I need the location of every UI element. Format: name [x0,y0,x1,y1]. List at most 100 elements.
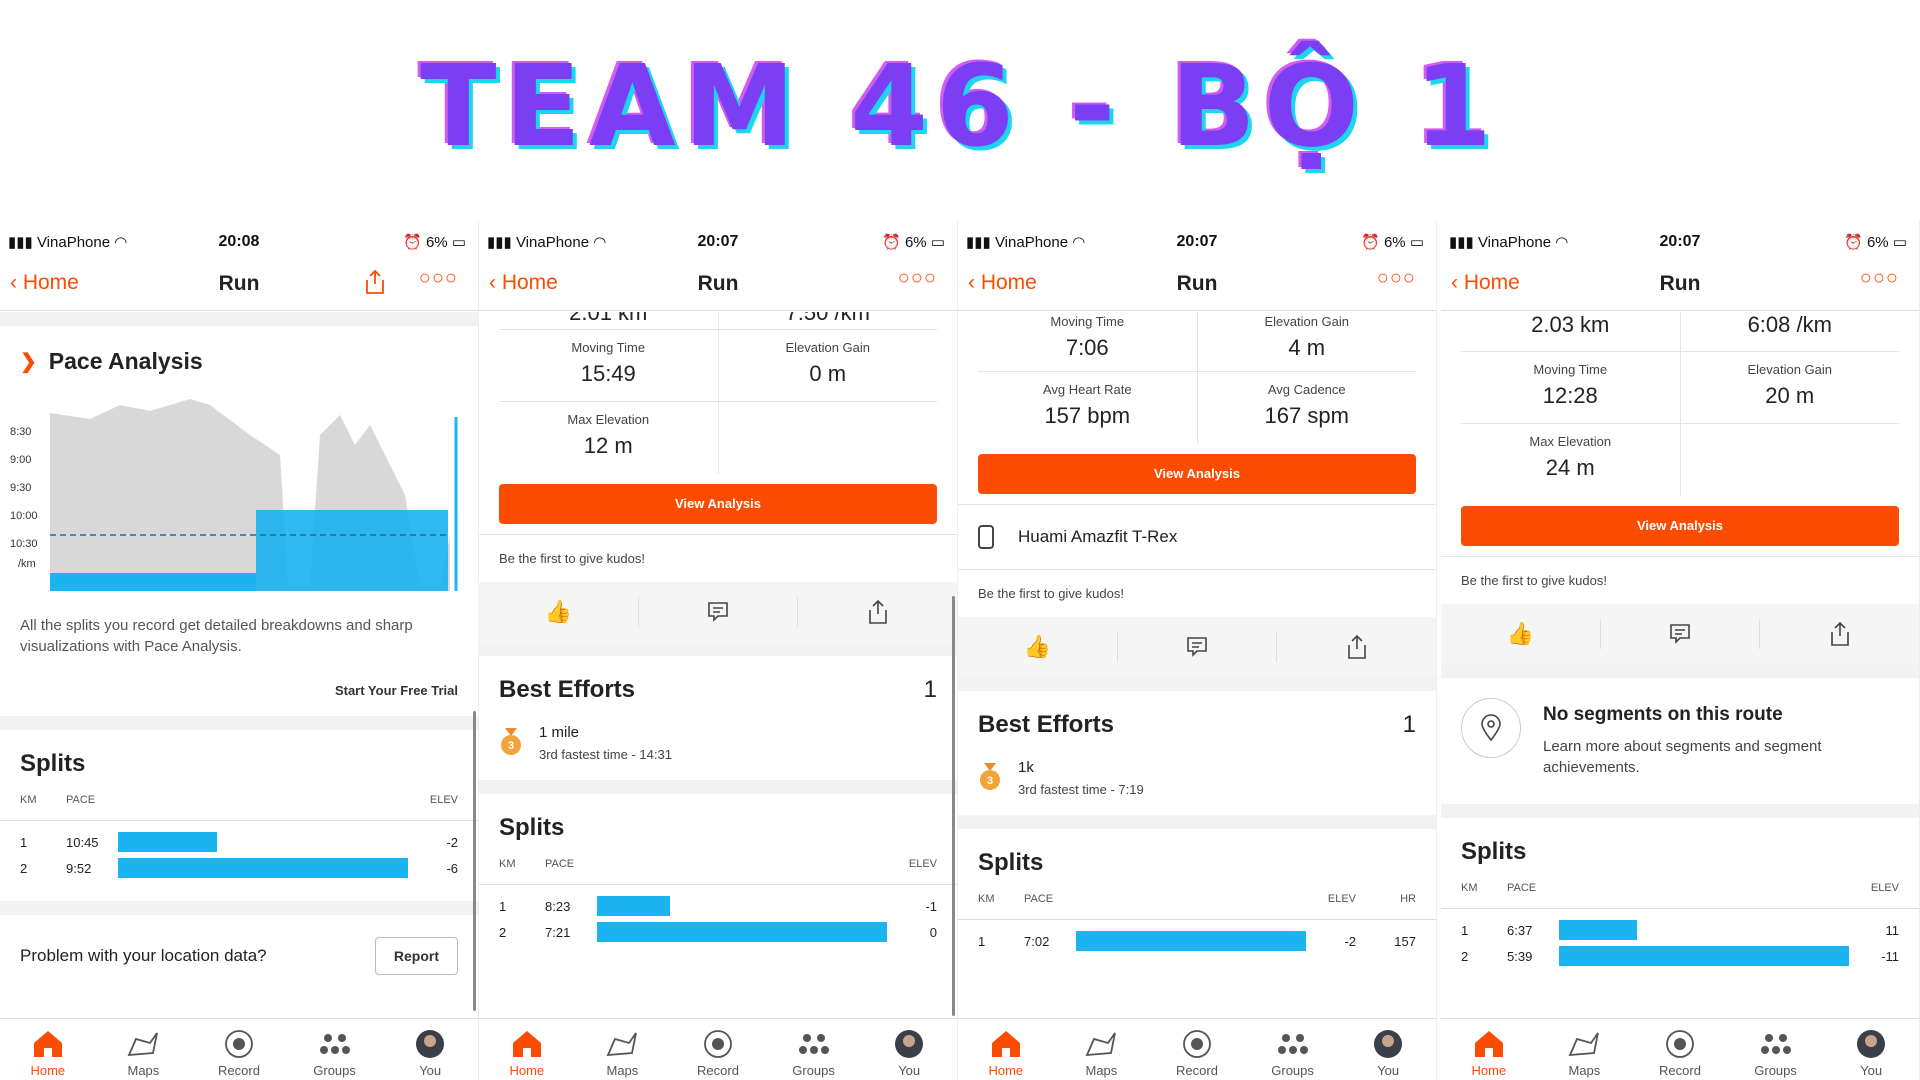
maps-icon [127,1032,159,1057]
view-analysis-button[interactable]: View Analysis [499,484,937,524]
battery-icon: ▭ [447,234,466,251]
comment-button[interactable] [1116,632,1277,662]
thumbs-up-icon: 👍 [1506,621,1535,646]
battery-icon: ▭ [1888,234,1907,251]
elevation-gain-value: 0 m [809,361,847,386]
maps-icon [1085,1032,1117,1057]
phone-screen-4: ▮▮▮ VinaPhone ◠ 20:07 ⏰ 6% ▭ ‹ Home Run … [1441,221,1920,1080]
avg-pace-value: 7:50 /km [785,312,870,325]
tab-groups[interactable]: Groups [287,1019,383,1080]
kudos-prompt: Be the first to give kudos! [1441,556,1919,604]
split-bar [118,858,408,878]
nav-bar: ‹ Home Run ○○○ [479,259,957,311]
best-effort-item[interactable]: 3 1 mile 3rd fastest time - 14:31 [479,714,957,780]
tab-you[interactable]: You [382,1019,478,1080]
tab-home[interactable]: Home [1441,1019,1537,1080]
stats-grid: Moving Time 7:06 Elevation Gain 4 m Avg He… [958,312,1436,444]
status-bar: ▮▮▮ VinaPhone ◠ 20:07 ⏰ 6% ▭ [958,231,1436,253]
more-options-icon[interactable]: ○○○ [898,267,937,290]
activity-content: 2.03 km 6:08 /km Moving Time 12:28 Elevat… [1441,312,1919,1018]
y-label-2: 9:30 [10,482,31,494]
scrollbar[interactable] [952,596,955,1016]
groups-icon [1277,1034,1308,1054]
action-row: 👍 [479,582,957,642]
avatar [416,1030,445,1058]
tab-you[interactable]: You [1823,1019,1919,1080]
y-label-4: 10:30 [10,538,38,550]
tab-home[interactable]: Home [479,1019,575,1080]
alarm-icon: ⏰ [882,234,905,251]
share-icon[interactable] [364,269,386,295]
best-effort-item[interactable]: 3 1k 3rd fastest time - 7:19 [958,749,1436,815]
tab-maps[interactable]: Maps [1537,1019,1633,1080]
more-options-icon[interactable]: ○○○ [1377,267,1416,290]
free-trial-link[interactable]: Start Your Free Trial [0,677,478,716]
record-icon [1666,1030,1694,1058]
view-analysis-button[interactable]: View Analysis [1461,506,1899,546]
tab-record[interactable]: Record [1632,1019,1728,1080]
more-options-icon[interactable]: ○○○ [419,267,458,290]
tab-maps[interactable]: Maps [96,1019,192,1080]
page-title: Run [1659,272,1701,295]
thumbs-up-icon: 👍 [544,599,573,624]
kudos-button[interactable]: 👍 [479,597,638,627]
tab-bar: Home Maps Record Groups You [0,1018,478,1080]
best-efforts-header: Best Efforts 1 [499,676,937,703]
kudos-button[interactable]: 👍 [1441,619,1600,649]
avg-pace-value: 6:08 /km [1747,312,1832,337]
more-options-icon[interactable]: ○○○ [1860,267,1899,290]
share-button[interactable] [1759,619,1919,649]
battery-icon: ▭ [926,234,945,251]
maps-icon [1568,1032,1600,1057]
phone-screen-3: ▮▮▮ VinaPhone ◠ 20:07 ⏰ 6% ▭ ‹ Home Run … [958,221,1437,1080]
comment-button[interactable] [1599,619,1760,649]
stats-grid: 2.01 km 7:50 /km Moving Time 15:49 Elevat… [479,312,957,474]
splits-header: Splits [978,849,1044,876]
tab-groups[interactable]: Groups [1728,1019,1824,1080]
tab-maps[interactable]: Maps [1054,1019,1150,1080]
moving-time-value: 7:06 [1065,335,1109,360]
view-analysis-button[interactable]: View Analysis [978,454,1416,494]
best-efforts-header: Best Efforts 1 [978,711,1416,738]
report-button[interactable]: Report [374,937,458,975]
record-icon [1183,1030,1211,1058]
location-problem-row: Problem with your location data? Report [0,915,478,997]
split-row: 1 8:23 -1 [479,893,957,919]
medal-rank: 3 [508,740,514,752]
comment-button[interactable] [637,597,798,627]
avatar [1374,1030,1403,1058]
page-title: Run [218,272,260,295]
tab-groups[interactable]: Groups [766,1019,862,1080]
distance-value: 2.03 km [1531,312,1610,337]
y-label-0: 8:30 [10,426,31,438]
share-button[interactable] [797,597,957,627]
share-icon [1347,634,1366,659]
elevation-gain-value: 4 m [1288,335,1326,360]
tab-record[interactable]: Record [191,1019,287,1080]
split-bar [1559,920,1638,940]
tab-home[interactable]: Home [0,1019,96,1080]
tab-record[interactable]: Record [670,1019,766,1080]
tab-groups[interactable]: Groups [1245,1019,1341,1080]
tab-home[interactable]: Home [958,1019,1054,1080]
tab-you[interactable]: You [861,1019,957,1080]
kudos-button[interactable]: 👍 [958,632,1117,662]
y-label-5: /km [18,558,36,570]
splits-columns: KM PACE ELEV [0,788,478,821]
no-segments-card[interactable]: No segments on this route Learn more abou… [1441,678,1919,804]
y-label-3: 10:00 [10,510,38,522]
tab-maps[interactable]: Maps [575,1019,671,1080]
chevron-right-icon: ❯ [20,351,37,373]
moving-time-value: 12:28 [1542,383,1598,408]
scrollbar[interactable] [473,711,476,1011]
avatar [1857,1030,1886,1058]
activity-content: ❯ Pace Analysis 8:30 9:00 9:30 10:00 10:3… [0,312,478,1018]
tab-you[interactable]: You [1340,1019,1436,1080]
share-button[interactable] [1276,632,1436,662]
record-icon [704,1030,732,1058]
action-row: 👍 [1441,604,1919,664]
thumbs-up-icon: 👍 [1023,634,1052,659]
tab-record[interactable]: Record [1149,1019,1245,1080]
alarm-icon: ⏰ [403,234,426,251]
splits-header: Splits [499,814,565,841]
